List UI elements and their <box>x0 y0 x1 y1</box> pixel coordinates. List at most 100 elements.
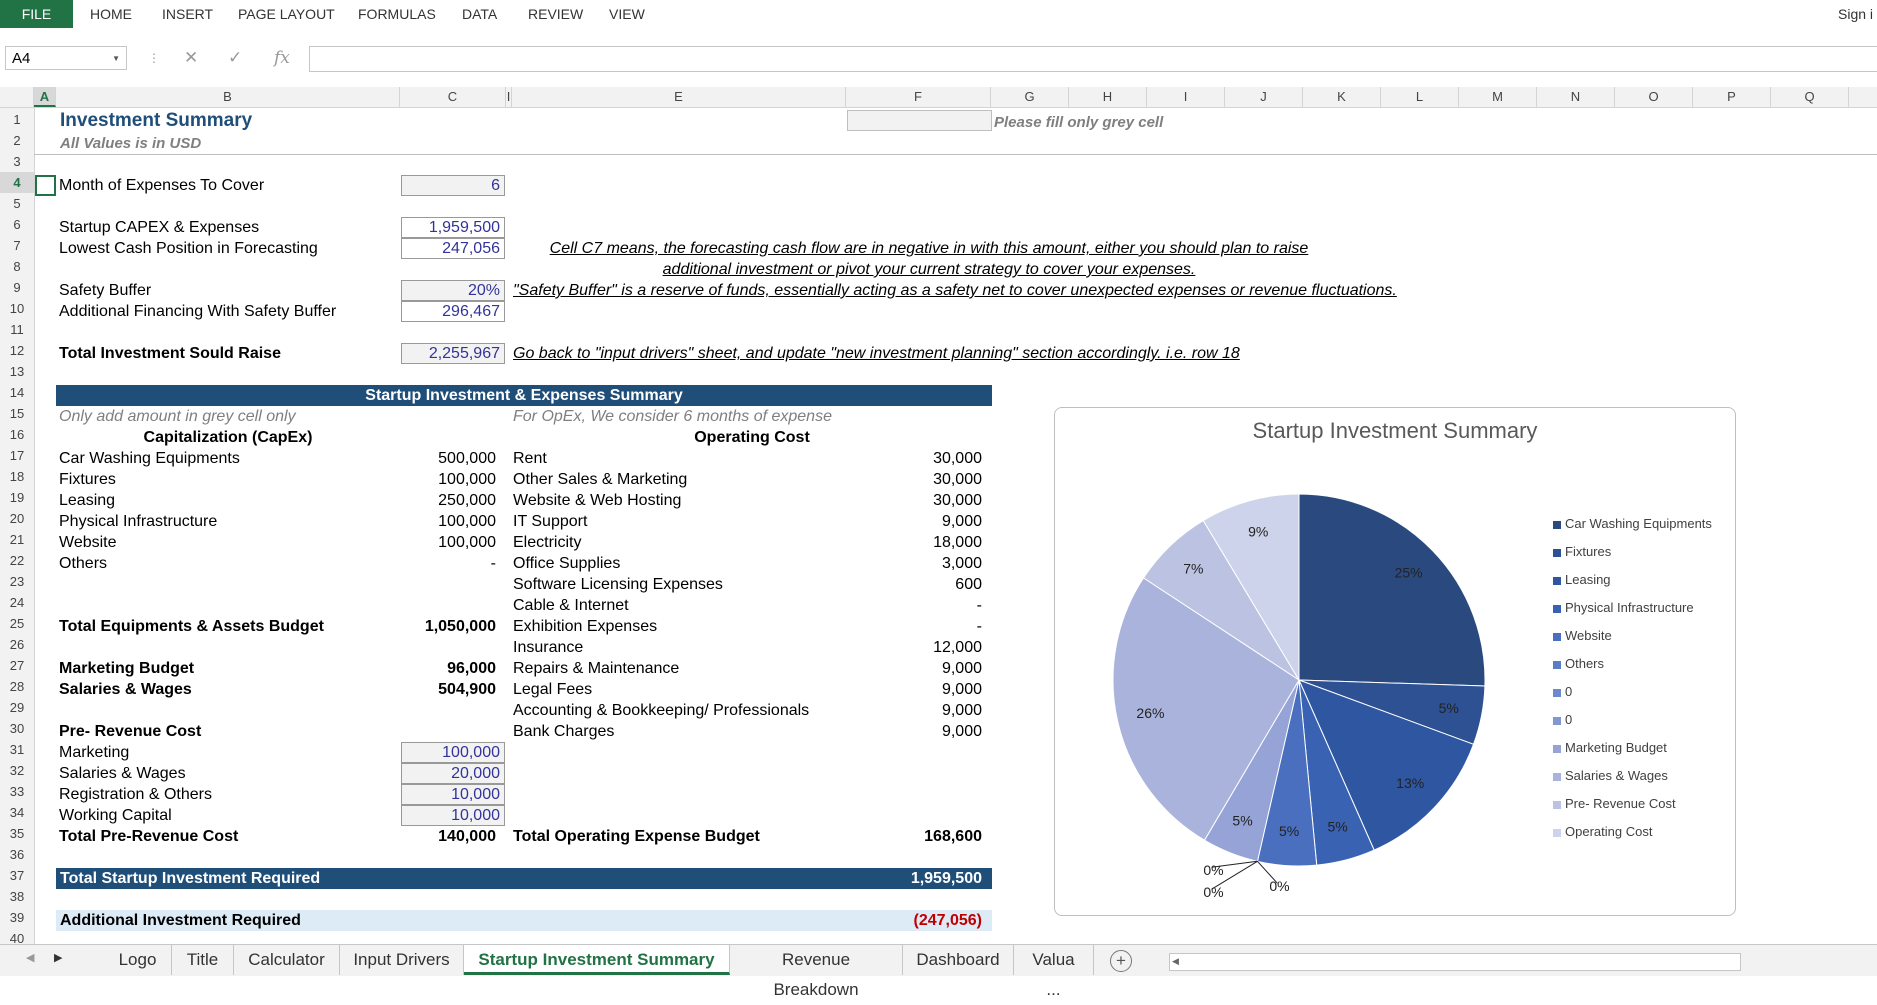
legend-entry[interactable]: Fixtures <box>1553 544 1712 560</box>
legend-entry[interactable]: Salaries & Wages <box>1553 768 1712 784</box>
total-raise-value[interactable]: 2,255,967 <box>401 343 505 364</box>
tab-review[interactable]: REVIEW <box>528 0 583 28</box>
formula-input[interactable] <box>309 46 1877 72</box>
row-header[interactable]: 30 <box>0 718 34 739</box>
row-header[interactable]: 28 <box>0 676 34 697</box>
row-header[interactable]: 3 <box>0 151 34 172</box>
column-header[interactable]: H <box>1069 87 1147 107</box>
legend-entry[interactable]: Car Washing Equipments <box>1553 516 1712 532</box>
legend-entry[interactable]: Others <box>1553 656 1712 672</box>
selected-cell[interactable] <box>35 175 56 196</box>
scroll-right-icon[interactable]: ▶ <box>54 951 62 964</box>
row-header[interactable]: 23 <box>0 571 34 592</box>
chevron-down-icon[interactable]: ▼ <box>112 47 120 71</box>
tab-page-layout[interactable]: PAGE LAYOUT <box>238 0 335 28</box>
row-header[interactable]: 4 <box>0 172 34 193</box>
sheet-tab[interactable]: Logo <box>104 945 172 975</box>
row-header[interactable]: 33 <box>0 781 34 802</box>
row-header[interactable]: 26 <box>0 634 34 655</box>
column-header[interactable]: G <box>991 87 1069 107</box>
row-header[interactable]: 22 <box>0 550 34 571</box>
sheet-tab[interactable]: Calculator <box>234 945 340 975</box>
legend-entry[interactable]: 0 <box>1553 684 1712 700</box>
column-header[interactable]: N <box>1537 87 1615 107</box>
row-header[interactable]: 37 <box>0 865 34 886</box>
legend-entry[interactable]: Leasing <box>1553 572 1712 588</box>
sheet-tab[interactable]: Revenue Breakdown <box>730 945 903 999</box>
row-header[interactable]: 7 <box>0 235 34 256</box>
row-header[interactable]: 6 <box>0 214 34 235</box>
prerev-value[interactable]: 20,000 <box>401 763 505 784</box>
row-header[interactable]: 36 <box>0 844 34 865</box>
column-header[interactable]: A <box>34 87 56 107</box>
month-input[interactable]: 6 <box>401 175 505 196</box>
row-header[interactable]: 25 <box>0 613 34 634</box>
enter-icon[interactable]: ✓ <box>228 46 242 70</box>
row-header[interactable]: 2 <box>0 130 34 151</box>
row-header[interactable]: 27 <box>0 655 34 676</box>
row-header[interactable]: 16 <box>0 424 34 445</box>
sheet-tab[interactable]: Input Drivers <box>340 945 464 975</box>
tab-formulas[interactable]: FORMULAS <box>358 0 436 28</box>
legend-entry[interactable]: Operating Cost <box>1553 824 1712 840</box>
row-header[interactable]: 12 <box>0 340 34 361</box>
tab-view[interactable]: VIEW <box>609 0 645 28</box>
column-header[interactable]: C <box>400 87 506 107</box>
column-header[interactable]: J <box>1225 87 1303 107</box>
pie-slice[interactable] <box>1298 493 1486 687</box>
select-all-corner[interactable] <box>0 87 34 107</box>
tab-insert[interactable]: INSERT <box>162 0 213 28</box>
legend-entry[interactable]: Marketing Budget <box>1553 740 1712 756</box>
add-sheet-icon[interactable]: + <box>1110 950 1132 972</box>
legend-entry[interactable]: 0 <box>1553 712 1712 728</box>
file-tab[interactable]: FILE <box>0 0 73 28</box>
tab-home[interactable]: HOME <box>90 0 132 28</box>
prerev-value[interactable]: 10,000 <box>401 784 505 805</box>
row-header[interactable]: 17 <box>0 445 34 466</box>
row-header[interactable]: 32 <box>0 760 34 781</box>
additional-financing-value[interactable]: 296,467 <box>401 301 505 322</box>
lowest-cash-value[interactable]: 247,056 <box>401 238 505 259</box>
row-header[interactable]: 21 <box>0 529 34 550</box>
grey-cell-sample[interactable] <box>847 110 992 131</box>
scroll-left-icon[interactable]: ◀ <box>26 951 34 964</box>
column-header[interactable]: P <box>1693 87 1771 107</box>
pie-chart[interactable]: Startup Investment Summary 25% 5% 13% 5% 5% 0… <box>1054 407 1736 916</box>
column-header[interactable]: O <box>1615 87 1693 107</box>
function-icon[interactable]: fx <box>274 46 290 70</box>
row-header[interactable]: 11 <box>0 319 34 340</box>
sheet-tab[interactable]: Title <box>172 945 234 975</box>
row-header[interactable]: 31 <box>0 739 34 760</box>
row-header[interactable]: 18 <box>0 466 34 487</box>
row-header[interactable]: 1 <box>0 109 34 130</box>
safety-input[interactable]: 20% <box>401 280 505 301</box>
column-header[interactable]: Q <box>1771 87 1849 107</box>
column-header[interactable]: B <box>56 87 400 107</box>
row-header[interactable]: 29 <box>0 697 34 718</box>
row-header[interactable]: 19 <box>0 487 34 508</box>
horizontal-scrollbar[interactable]: ◀ <box>1169 953 1741 971</box>
row-header[interactable]: 15 <box>0 403 34 424</box>
row-header[interactable]: 35 <box>0 823 34 844</box>
cancel-icon[interactable]: ✕ <box>184 46 198 70</box>
row-header[interactable]: 38 <box>0 886 34 907</box>
row-header[interactable]: 13 <box>0 361 34 382</box>
row-header[interactable]: 14 <box>0 382 34 403</box>
sheet-tab[interactable]: Dashboard <box>903 945 1014 975</box>
scroll-left-arrow-icon[interactable]: ◀ <box>1172 956 1179 967</box>
row-header[interactable]: 9 <box>0 277 34 298</box>
legend-entry[interactable]: Physical Infrastructure <box>1553 600 1712 616</box>
row-header[interactable]: 10 <box>0 298 34 319</box>
column-header[interactable]: K <box>1303 87 1381 107</box>
name-box[interactable]: A4 ▼ <box>5 46 127 70</box>
column-header[interactable]: L <box>1381 87 1459 107</box>
row-header[interactable]: 24 <box>0 592 34 613</box>
sign-in-link[interactable]: Sign i <box>1838 0 1873 28</box>
column-header[interactable]: E <box>512 87 846 107</box>
row-header[interactable]: 39 <box>0 907 34 928</box>
row-header[interactable]: 34 <box>0 802 34 823</box>
row-header[interactable]: 5 <box>0 193 34 214</box>
legend-entry[interactable]: Website <box>1553 628 1712 644</box>
column-header[interactable]: F <box>846 87 991 107</box>
legend-entry[interactable]: Pre- Revenue Cost <box>1553 796 1712 812</box>
